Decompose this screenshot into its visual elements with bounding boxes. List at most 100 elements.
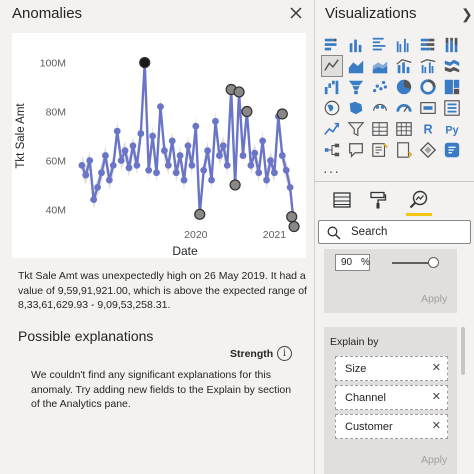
close-button[interactable] — [286, 3, 306, 23]
y-tick-label: 100M — [40, 58, 66, 70]
sensitivity-percent-input[interactable]: 90 % — [335, 254, 370, 271]
stacked-area-visual-button[interactable] — [370, 56, 390, 76]
svg-text:Py: Py — [445, 125, 458, 137]
slicer-visual-button[interactable] — [346, 119, 366, 139]
anomaly-chart-svg: 40M 60M 80M 100M 2020 2021 Date Tkt Sale Amt — [15, 52, 300, 258]
clustered-bar-visual-button[interactable] — [370, 35, 390, 55]
stacked-bar-visual-button[interactable] — [322, 35, 342, 55]
table-icon — [372, 122, 388, 136]
clustered-bar-icon — [372, 37, 386, 51]
waterfall-visual-button[interactable] — [322, 77, 342, 97]
shape-map-visual-button[interactable] — [370, 98, 390, 118]
remove-field-icon[interactable]: ✕ — [432, 361, 441, 374]
funnel-visual-button[interactable] — [346, 77, 366, 97]
anomalies-title: Anomalies — [12, 5, 83, 22]
data-point — [251, 149, 259, 157]
data-point — [105, 176, 113, 184]
apply-button-explain-by[interactable]: Apply — [421, 454, 447, 466]
explain-field-customer[interactable]: Customer ✕ — [335, 414, 448, 439]
stacked-column-visual-button[interactable] — [346, 35, 366, 55]
python-visual-visual-button[interactable]: Py — [442, 119, 462, 139]
fields-icon — [333, 192, 351, 208]
data-point — [168, 137, 176, 145]
data-point — [90, 196, 98, 204]
shape-map-icon — [373, 103, 387, 111]
data-point — [282, 166, 290, 174]
r-visual-visual-button[interactable]: R — [418, 119, 438, 139]
paginated-report-visual-button[interactable] — [394, 140, 414, 160]
qa-visual-button[interactable] — [346, 140, 366, 160]
map-visual-button[interactable] — [322, 98, 342, 118]
sensitivity-slider-handle[interactable] — [428, 257, 440, 268]
y-tick-label: 80M — [46, 107, 66, 119]
filled-map-visual-button[interactable] — [346, 98, 366, 118]
explain-field-label: Channel — [345, 392, 386, 404]
info-icon[interactable]: i — [277, 346, 292, 361]
data-point — [149, 132, 156, 140]
100-stacked-bar-visual-button[interactable] — [418, 35, 438, 55]
gauge-visual-button[interactable] — [394, 98, 414, 118]
apply-button-sensitivity[interactable]: Apply — [421, 293, 447, 305]
section-divider — [315, 181, 474, 182]
data-point — [219, 142, 227, 150]
power-apps-visual-button[interactable] — [418, 140, 438, 160]
ribbon-chart-icon — [444, 59, 460, 73]
donut-chart-visual-button[interactable] — [418, 77, 438, 97]
matrix-icon — [396, 122, 412, 136]
sensitivity-card: 90 % Apply — [324, 249, 457, 313]
multi-row-card-icon — [444, 100, 460, 116]
analytics-tab[interactable] — [406, 187, 432, 213]
area-chart-icon — [348, 60, 364, 74]
line-chart-visual-button[interactable] — [321, 55, 343, 77]
fields-tab[interactable] — [329, 187, 355, 213]
data-point — [109, 161, 117, 169]
card-visual-button[interactable] — [418, 98, 438, 118]
visualizations-title: Visualizations — [325, 5, 417, 22]
collapse-pane-button[interactable]: ❯ — [461, 6, 473, 23]
data-point — [184, 142, 192, 150]
smart-narrative-visual-button[interactable] — [370, 140, 390, 160]
area-chart-visual-button[interactable] — [346, 56, 366, 76]
data-point — [160, 147, 168, 155]
data-point — [125, 164, 133, 172]
treemap-visual-button[interactable] — [442, 77, 462, 97]
analytics-icon — [409, 190, 428, 209]
pie-chart-visual-button[interactable] — [394, 77, 414, 97]
line-column-icon — [396, 58, 412, 74]
ribbon-chart-visual-button[interactable] — [442, 56, 462, 76]
clustered-column-visual-button[interactable] — [394, 35, 414, 55]
kpi-visual-button[interactable] — [322, 119, 342, 139]
no-explanations-text: We couldn't find any significant explana… — [31, 369, 292, 410]
remove-field-icon[interactable]: ✕ — [432, 390, 441, 403]
100-stacked-column-icon — [445, 37, 458, 53]
data-point — [278, 152, 286, 159]
multi-row-card-visual-button[interactable] — [442, 98, 462, 118]
format-tab[interactable] — [365, 187, 391, 213]
data-point — [137, 130, 145, 137]
explain-field-channel[interactable]: Channel ✕ — [335, 385, 448, 410]
power-automate-visual-button[interactable] — [442, 140, 462, 160]
table-visual-button[interactable] — [370, 119, 390, 139]
anomaly-description: Tkt Sale Amt was unexpectedly high on 26… — [18, 270, 307, 311]
pane-scrollbar[interactable] — [461, 327, 465, 375]
decomposition-tree-visual-button[interactable] — [322, 140, 342, 160]
remove-field-icon[interactable]: ✕ — [432, 419, 441, 432]
more-visuals-button[interactable]: ··· — [323, 163, 340, 179]
matrix-visual-button[interactable] — [394, 119, 414, 139]
line-clustered-column-visual-button[interactable] — [418, 56, 438, 76]
explain-field-size[interactable]: Size ✕ — [335, 356, 448, 381]
svg-text:R: R — [423, 123, 432, 137]
anomalies-pane: Anomalies 40M 60M 80M 100M 2020 2021 Date Tkt S… — [0, 0, 314, 474]
y-tick-label: 40M — [46, 204, 66, 216]
data-point — [271, 169, 278, 177]
line-column-visual-button[interactable] — [394, 56, 414, 76]
x-tick-label: 2021 — [263, 229, 287, 241]
scatter-visual-button[interactable] — [370, 77, 390, 97]
search-input[interactable]: Search — [318, 220, 471, 244]
qa-icon — [349, 143, 363, 158]
paint-roller-icon — [370, 191, 387, 209]
x-tick-label: 2020 — [184, 229, 208, 241]
stacked-bar-icon — [324, 38, 337, 51]
100-stacked-column-visual-button[interactable] — [442, 35, 462, 55]
line-chart-icon — [324, 59, 339, 71]
